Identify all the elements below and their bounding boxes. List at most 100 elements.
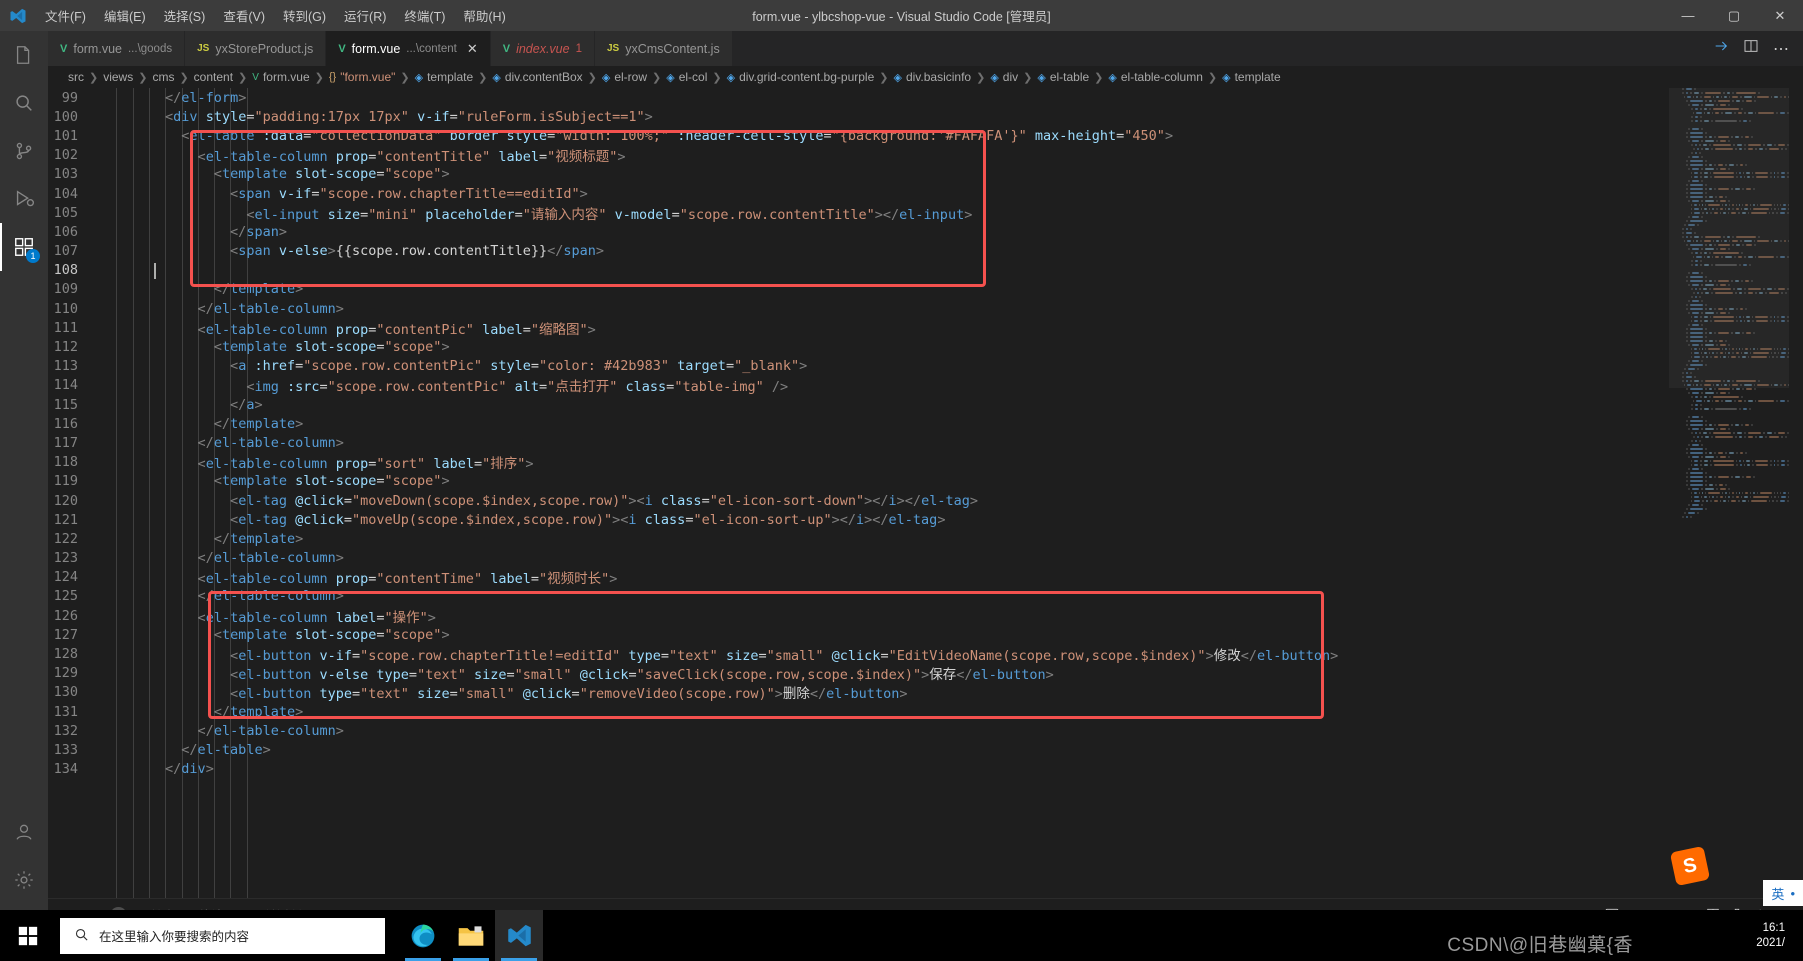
menu-item-help[interactable]: 帮助(H) [454,2,514,29]
breadcrumb-item-form-vue-symbol[interactable]: {} "form.vue" [329,70,396,84]
code-line[interactable]: 120 <el-tag @click="moveDown(scope.$inde… [48,491,1803,510]
breadcrumb-item-form-vue[interactable]: Vform.vue [252,70,309,84]
tab-form-vue-goods[interactable]: V form.vue ...\goods [48,31,186,66]
breadcrumb-item-div-basicinfo[interactable]: ◈ div.basicinfo [893,70,971,84]
taskbar-app-vscode[interactable] [495,910,543,961]
code-line[interactable]: 123 </el-table-column> [48,549,1803,568]
menu-item-selection[interactable]: 选择(S) [155,2,215,29]
breadcrumb-item-cms[interactable]: cms [152,70,174,84]
tab-form-vue-content[interactable]: V form.vue ...\content ✕ [326,31,491,66]
code-line[interactable]: 103 <template slot-scope="scope"> [48,165,1803,184]
line-number: 131 [53,703,78,720]
code-line[interactable]: 102 <el-table-column prop="contentTitle"… [48,146,1803,165]
code-line[interactable]: 112 <template slot-scope="scope"> [48,337,1803,356]
editor-scrollbar[interactable] [1789,88,1803,910]
code-line[interactable]: 118 <el-table-column prop="sort" label="… [48,453,1803,472]
taskbar-clock[interactable]: 16:1 2021/ [1756,921,1795,950]
line-number: 117 [53,434,78,451]
code-line[interactable]: 108 [48,261,1803,280]
run-and-debug-icon[interactable] [0,175,48,223]
menu-item-edit[interactable]: 编辑(E) [95,2,155,29]
code-line[interactable]: 105 <el-input size="mini" placeholder="请… [48,203,1803,223]
code-line[interactable]: 119 <template slot-scope="scope"> [48,472,1803,491]
tab-close-icon[interactable]: ✕ [467,41,478,57]
breadcrumb-item-el-table-column[interactable]: ◈ el-table-column [1108,70,1203,84]
minimize-button[interactable]: — [1665,0,1711,31]
split-editor-icon[interactable] [1743,38,1759,59]
menu-item-run[interactable]: 运行(R) [335,2,395,29]
code-line[interactable]: 121 <el-tag @click="moveUp(scope.$index,… [48,510,1803,529]
code-editor[interactable]: 99 </el-form> 100 <div style="padding:17p… [48,88,1803,910]
code-line[interactable]: 128 <el-button v-if="scope.row.chapterTi… [48,644,1803,664]
taskbar-app-edge[interactable] [399,910,447,961]
minimap-slider[interactable] [1669,88,1789,388]
minimap-line [1669,512,1789,515]
menu-item-terminal[interactable]: 终端(T) [395,2,454,29]
code-line[interactable]: 113 <a :href="scope.row.contentPic" styl… [48,357,1803,376]
line-number: 121 [53,511,78,528]
account-icon[interactable] [0,808,48,856]
code-line[interactable]: 130 <el-button type="text" size="small" … [48,683,1803,702]
code-line[interactable]: 101 <el-table :data="collectionData" bor… [48,126,1803,145]
code-line[interactable]: 133 </el-table> [48,740,1803,759]
taskbar-search-input[interactable]: 在这里输入你要搜索的内容 [60,917,385,954]
breadcrumb-item-el-row[interactable]: ◈ el-row [602,70,647,84]
tab-yxcmscontent-js[interactable]: JS yxCmsContent.js [594,31,733,66]
tab-index-vue[interactable]: V index.vue 1 [490,31,595,66]
code-line[interactable]: 99 </el-form> [48,88,1803,107]
code-line[interactable]: 125 </el-table-column> [48,587,1803,606]
maximize-button[interactable]: ▢ [1711,0,1757,31]
code-line[interactable]: 129 <el-button v-else type="text" size="… [48,664,1803,683]
menu-item-view[interactable]: 查看(V) [214,2,274,29]
code-line[interactable]: 107 <span v-else>{{scope.row.contentTitl… [48,242,1803,261]
breadcrumb-item-div[interactable]: ◈ div [990,70,1018,84]
code-line[interactable]: 110 </el-table-column> [48,299,1803,318]
taskbar-app-file-explorer[interactable] [447,910,495,961]
code-line[interactable]: 127 <template slot-scope="scope"> [48,625,1803,644]
code-line[interactable]: 124 <el-table-column prop="contentTime" … [48,568,1803,587]
breadcrumb-item-views[interactable]: views [103,70,133,84]
line-number: 115 [53,396,78,413]
code-line[interactable]: 114 <img :src="scope.row.contentPic" alt… [48,376,1803,395]
breadcrumb-item-div-grid-content[interactable]: ◈ div.grid-content.bg-purple [727,70,875,84]
ime-language-bar[interactable]: 英 • [1763,880,1803,906]
code-lines[interactable]: 99 </el-form> 100 <div style="padding:17p… [48,88,1803,779]
minimap-line [1669,392,1789,395]
breadcrumb-item-div-contentbox[interactable]: ◈ div.contentBox [492,70,582,84]
code-line[interactable]: 122 </template> [48,529,1803,548]
breadcrumb-item-el-table[interactable]: ◈ el-table [1037,70,1089,84]
code-line[interactable]: 109 </template> [48,280,1803,299]
minimap[interactable] [1669,88,1789,910]
source-control-icon[interactable] [0,127,48,175]
code-line[interactable]: 134 </div> [48,760,1803,779]
code-line[interactable]: 115 </a> [48,395,1803,414]
code-line[interactable]: 117 </el-table-column> [48,433,1803,452]
menu-bar: 文件(F) 编辑(E) 选择(S) 查看(V) 转到(G) 运行(R) 终端(T… [36,2,515,29]
minimap-line [1669,400,1789,403]
code-line[interactable]: 126 <el-table-column label="操作"> [48,606,1803,626]
breadcrumb-item-template-2[interactable]: ◈ template [1222,70,1281,84]
close-button[interactable]: ✕ [1757,0,1803,31]
code-line[interactable]: 116 </template> [48,414,1803,433]
menu-item-file[interactable]: 文件(F) [36,2,95,29]
explorer-icon[interactable] [0,31,48,79]
breadcrumb-item-content[interactable]: content [194,70,233,84]
search-icon[interactable] [0,79,48,127]
breadcrumb-item-template[interactable]: ◈ template [415,70,474,84]
start-button-icon[interactable] [0,910,56,961]
run-code-icon[interactable] [1713,38,1729,59]
settings-gear-icon[interactable] [0,856,48,904]
extensions-icon[interactable]: 1 [0,223,48,271]
more-actions-icon[interactable]: ⋯ [1773,39,1789,59]
code-line[interactable]: 104 <span v-if="scope.row.chapterTitle==… [48,184,1803,203]
code-line[interactable]: 100 <div style="padding:17px 17px" v-if=… [48,107,1803,126]
menu-item-go[interactable]: 转到(G) [274,2,335,29]
breadcrumb-item-el-col[interactable]: ◈ el-col [666,70,707,84]
breadcrumb-item-src[interactable]: src [68,70,84,84]
code-line[interactable]: 132 </el-table-column> [48,721,1803,740]
code-line[interactable]: 111 <el-table-column prop="contentPic" l… [48,318,1803,338]
tab-yxstoreproduct-js[interactable]: JS yxStoreProduct.js [185,31,327,66]
sogou-ime-icon[interactable]: S [1669,845,1711,887]
code-line[interactable]: 131 </template> [48,702,1803,721]
code-line[interactable]: 106 </span> [48,222,1803,241]
